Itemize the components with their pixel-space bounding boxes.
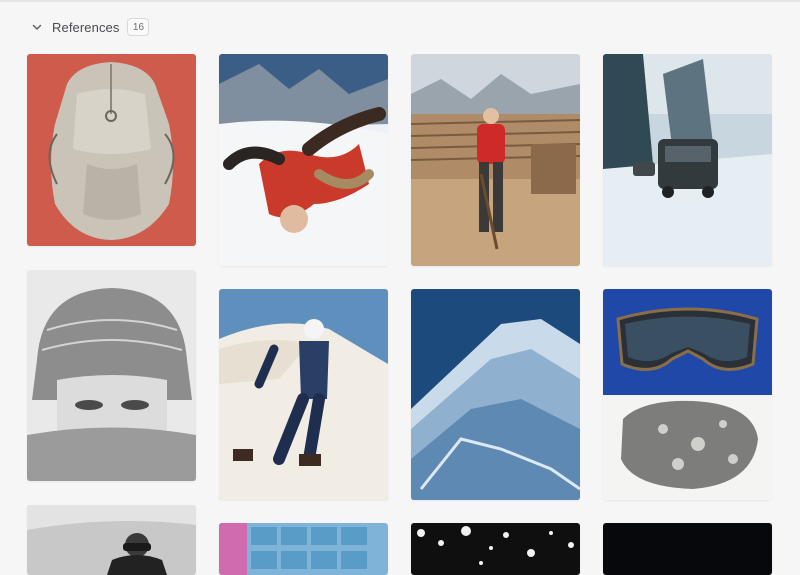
knit-hat-face-image[interactable] [27,270,196,481]
skier-tumbling-image[interactable] [219,54,388,266]
retro-skier-walking-image[interactable] [219,289,388,500]
dark-night-image[interactable] [603,523,772,575]
references-section-header[interactable]: References 16 [30,16,150,38]
blue-film-strip-image[interactable] [219,523,388,575]
backpack-image[interactable] [27,54,196,246]
snow-night-sky-image[interactable] [411,523,580,575]
snowy-street-car-image[interactable] [603,54,772,266]
section-title: References [52,19,120,35]
goggles-and-rock-image[interactable] [603,289,772,500]
top-divider [0,0,800,2]
bw-skier-portrait-image[interactable] [27,505,196,575]
snow-mountain-ridge-image[interactable] [411,289,580,500]
count-badge: 16 [127,18,150,36]
chevron-down-icon[interactable] [30,20,44,34]
lumber-worker-image[interactable] [411,54,580,266]
